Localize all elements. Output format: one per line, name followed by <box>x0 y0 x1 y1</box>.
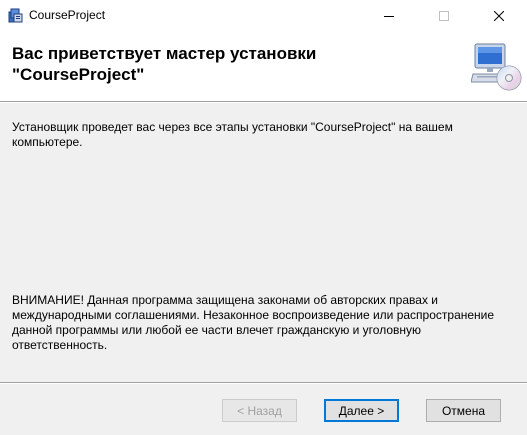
minimize-button[interactable] <box>366 0 412 31</box>
next-button[interactable]: Далее > <box>324 399 399 422</box>
close-icon <box>494 10 504 21</box>
header-banner: Вас приветствует мастер установки "Cours… <box>0 31 527 101</box>
page-title-line2: "CourseProject" <box>12 65 145 84</box>
close-button[interactable] <box>476 0 522 31</box>
back-button[interactable]: < Назад <box>222 399 297 422</box>
header-divider-highlight <box>0 102 527 103</box>
window-title: CourseProject <box>29 8 106 22</box>
computer-cd-icon <box>470 42 523 94</box>
copyright-warning: ВНИМАНИЕ! Данная программа защищена зако… <box>12 293 495 352</box>
page-title-line1: Вас приветствует мастер установки <box>12 44 317 63</box>
title-bar[interactable]: CourseProject <box>0 0 527 31</box>
intro-text: Установщик проведет вас через все этапы … <box>12 120 453 149</box>
page-title: Вас приветствует мастер установки "Cours… <box>12 43 432 85</box>
cancel-button[interactable]: Отмена <box>426 399 501 422</box>
installer-icon <box>8 7 24 23</box>
footer-divider-highlight <box>0 383 527 384</box>
minimize-icon <box>384 11 394 21</box>
installer-window: CourseProject Вас приветствует мастер ус… <box>0 0 527 435</box>
maximize-button[interactable] <box>421 0 467 31</box>
maximize-icon <box>439 10 449 21</box>
